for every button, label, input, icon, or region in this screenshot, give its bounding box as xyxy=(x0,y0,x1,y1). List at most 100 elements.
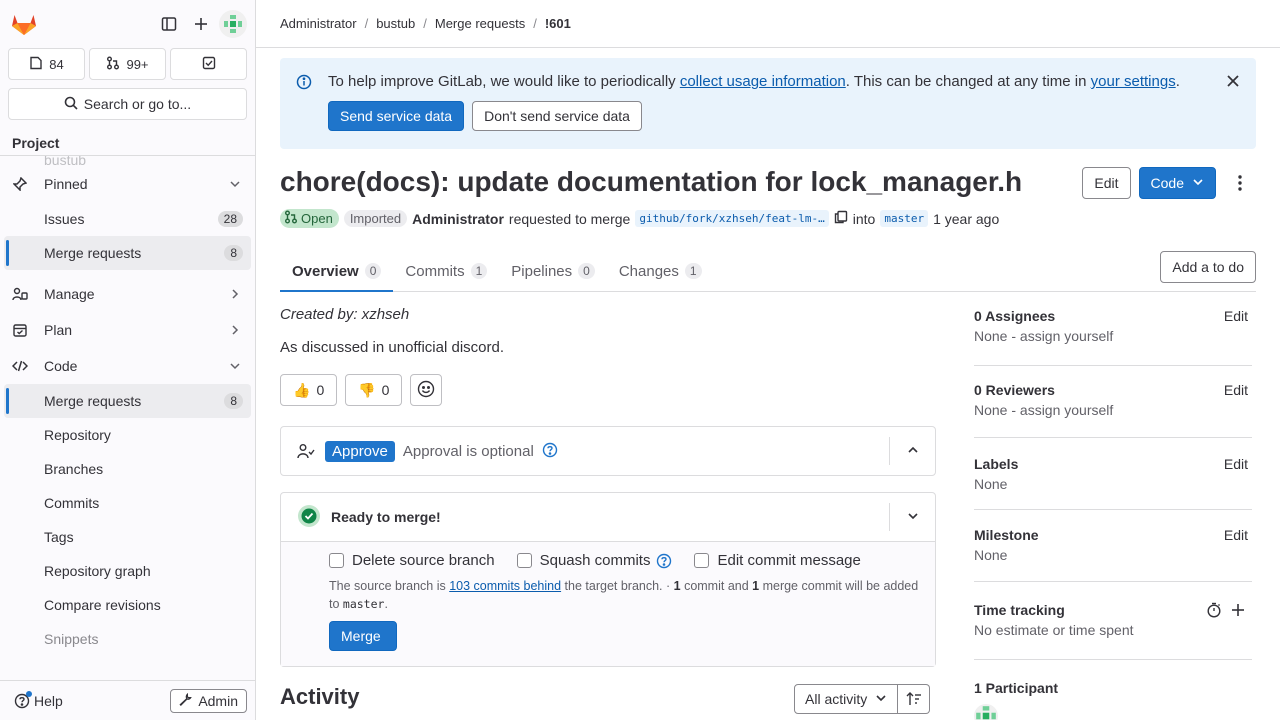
issues-count-button[interactable]: 84 xyxy=(8,48,85,80)
labels-block: Labels Edit None xyxy=(974,438,1252,510)
main-content: Administrator / bustub / Merge requests … xyxy=(256,0,1280,720)
edit-button[interactable]: Edit xyxy=(1082,167,1131,199)
sidebar-item-manage[interactable]: Manage xyxy=(4,276,251,312)
squash-commits-checkbox[interactable]: Squash commits xyxy=(516,552,673,569)
approve-button[interactable]: Approve xyxy=(325,440,395,462)
close-icon[interactable] xyxy=(1226,74,1240,91)
add-todo-button[interactable]: Add a to do xyxy=(1160,251,1256,283)
merge-requests-count-button[interactable]: 99+ xyxy=(89,48,166,80)
merge-status: Ready to merge! xyxy=(331,509,441,525)
breadcrumb-item[interactable]: !601 xyxy=(545,16,571,31)
copy-icon[interactable] xyxy=(834,210,848,227)
sidebar-item-repository[interactable]: Repository xyxy=(4,418,251,452)
checkbox[interactable] xyxy=(694,553,710,568)
assignees-block: 0 Assignees Edit None - assign yourself xyxy=(974,296,1252,366)
merge-button[interactable]: Merge xyxy=(329,621,397,651)
assignees-value[interactable]: None - assign yourself xyxy=(974,328,1252,344)
toggle-sidebar-icon[interactable] xyxy=(153,8,185,40)
thumbs-up-icon: 👍 xyxy=(293,381,311,398)
sidebar-item-tags[interactable]: Tags xyxy=(4,520,251,554)
delete-source-branch-checkbox[interactable]: Delete source branch xyxy=(329,552,495,569)
sidebar-item-commits[interactable]: Commits xyxy=(4,486,251,520)
right-sidebar: 0 Assignees Edit None - assign yourself … xyxy=(974,296,1252,720)
participant-avatar[interactable] xyxy=(974,704,998,720)
sidebar-item-pinned-merge-requests[interactable]: Merge requests 8 xyxy=(4,236,251,270)
approval-status: Approval is optional xyxy=(402,442,534,460)
checkbox[interactable] xyxy=(329,553,344,568)
tab-pipelines[interactable]: Pipelines 0 xyxy=(499,250,607,292)
sidebar-item-pinned[interactable]: Pinned xyxy=(4,166,251,202)
settings-link[interactable]: your settings xyxy=(1091,73,1176,90)
breadcrumb-item[interactable]: Merge requests xyxy=(435,16,525,31)
thumbs-up-button[interactable]: 👍 0 xyxy=(280,374,338,406)
code-icon xyxy=(12,358,28,374)
expand-toggle[interactable] xyxy=(889,503,935,531)
code-dropdown-button[interactable]: Code xyxy=(1138,167,1216,199)
commits-behind-link[interactable]: 103 commits behind xyxy=(449,579,561,593)
edit-commit-message-checkbox[interactable]: Edit commit message xyxy=(694,552,861,569)
add-time-icon[interactable] xyxy=(1230,602,1246,621)
labels-edit-link[interactable]: Edit xyxy=(1224,456,1248,472)
question-icon[interactable] xyxy=(656,553,672,569)
add-reaction-button[interactable] xyxy=(410,374,443,406)
milestone-value: None xyxy=(974,547,1008,563)
help-button[interactable]: Help xyxy=(14,690,63,709)
wrench-icon xyxy=(179,692,193,709)
milestone-edit-link[interactable]: Edit xyxy=(1224,527,1248,543)
author-link[interactable]: Administrator xyxy=(412,211,504,227)
title-actions: Edit Code xyxy=(1082,167,1256,199)
search-label: Search or go to... xyxy=(83,96,192,112)
search-icon xyxy=(64,96,78,113)
thumbs-down-button[interactable]: 👎 0 xyxy=(345,374,403,406)
time-tracking-value: No estimate or time spent xyxy=(974,622,1134,638)
tab-commits[interactable]: Commits 1 xyxy=(393,250,499,292)
usage-info-link[interactable]: collect usage information xyxy=(680,73,846,90)
breadcrumb-item[interactable]: Administrator xyxy=(280,16,357,31)
sidebar-item-repository-graph[interactable]: Repository graph xyxy=(4,554,251,588)
sidebar-item-plan[interactable]: Plan xyxy=(4,312,251,348)
create-new-icon[interactable] xyxy=(185,8,217,40)
tab-overview[interactable]: Overview 0 xyxy=(280,250,393,292)
milestone-block: Milestone Edit None xyxy=(974,510,1252,582)
question-icon[interactable] xyxy=(542,442,558,461)
collapse-toggle[interactable] xyxy=(889,437,935,465)
sidebar-item-pinned-issues[interactable]: Issues 28 xyxy=(4,202,251,236)
checkbox[interactable] xyxy=(516,553,532,568)
send-service-data-button[interactable]: Send service data xyxy=(328,101,465,131)
sort-order-icon[interactable] xyxy=(898,684,931,714)
reviewers-value[interactable]: None - assign yourself xyxy=(974,402,1252,418)
dont-send-service-data-button[interactable]: Don't send service data xyxy=(472,101,642,131)
left-sidebar: 84 99+ Search or go to... Project bustub… xyxy=(0,0,256,720)
gitlab-logo-icon[interactable] xyxy=(8,8,40,40)
count-badge: 8 xyxy=(224,245,243,261)
source-branch[interactable]: github/fork/xzhseh/feat-lm-… xyxy=(635,210,829,227)
reviewers-edit-link[interactable]: Edit xyxy=(1224,382,1248,398)
sidebar-item-branches[interactable]: Branches xyxy=(4,452,251,486)
chevron-down-icon xyxy=(1192,175,1204,191)
sidebar-item-compare-revisions[interactable]: Compare revisions xyxy=(4,588,251,622)
assignees-edit-link[interactable]: Edit xyxy=(1224,308,1248,324)
stopwatch-icon[interactable] xyxy=(1206,602,1222,621)
target-branch[interactable]: master xyxy=(880,210,929,227)
smiley-icon xyxy=(417,380,435,401)
sidebar-item-snippets[interactable]: Snippets xyxy=(4,622,251,656)
admin-area-button[interactable]: Admin xyxy=(170,688,247,713)
labels-value: None xyxy=(974,476,1008,492)
count-badge: 28 xyxy=(217,211,243,227)
user-avatar[interactable] xyxy=(219,10,247,38)
todos-button[interactable] xyxy=(170,48,247,80)
banner-message: To help improve GitLab, we would like to… xyxy=(328,73,1180,90)
activity-filter-dropdown[interactable]: All activity xyxy=(794,684,899,714)
breadcrumb-item[interactable]: bustub xyxy=(376,16,415,31)
activity-heading: Activity xyxy=(280,684,360,709)
time-tracking-block: Time tracking No estimate or time spent xyxy=(974,582,1252,660)
sidebar-item-code-merge-requests[interactable]: Merge requests 8 xyxy=(4,384,251,418)
approval-widget: Approve Approval is optional xyxy=(280,426,936,476)
banner-actions: Send service data Don't send service dat… xyxy=(328,101,642,131)
sidebar-item-code[interactable]: Code xyxy=(4,348,251,384)
search-button[interactable]: Search or go to... xyxy=(8,88,247,120)
time-ago: 1 year ago xyxy=(933,210,1000,227)
more-actions-icon[interactable] xyxy=(1224,167,1256,199)
tab-changes[interactable]: Changes 1 xyxy=(607,250,714,292)
breadcrumb: Administrator / bustub / Merge requests … xyxy=(256,0,1280,48)
